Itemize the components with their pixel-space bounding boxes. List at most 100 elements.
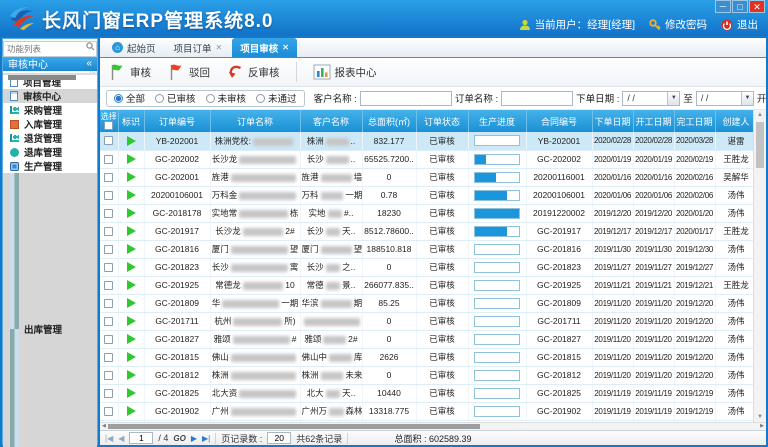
table-row[interactable]: YB-202001株洲党校:株洲..832.177已审核YB-202001202…	[100, 132, 757, 150]
column-header-完工日期[interactable]: 完工日期	[674, 110, 715, 132]
审核-button[interactable]: 审核	[108, 63, 151, 81]
order-date-cell: 2019/11/20	[592, 312, 633, 330]
table-row[interactable]: GC-201816厦门望厦门望188510.818已审核GC-201816201…	[100, 240, 757, 258]
collapse-icon[interactable]: «	[86, 58, 92, 69]
column-header-订单名称[interactable]: 订单名称	[210, 110, 300, 132]
next-page-button[interactable]: ▶	[191, 434, 197, 443]
chevron-down-icon[interactable]: ▼	[667, 92, 679, 105]
sidebar-item-审核中心[interactable]: 审核中心	[3, 89, 97, 103]
row-checkbox[interactable]	[104, 191, 113, 200]
change-password-button[interactable]: 修改密码	[649, 17, 707, 32]
customer-name-input[interactable]	[360, 91, 452, 106]
order-date-input[interactable]: / /▼	[622, 91, 680, 106]
column-header-标识[interactable]: 标识	[118, 110, 144, 132]
row-checkbox[interactable]	[104, 407, 113, 416]
row-checkbox[interactable]	[104, 299, 113, 308]
sidebar-item-退货管理[interactable]: 退货管理	[3, 131, 97, 145]
sidebar-item-生产管理[interactable]: 生产管理	[3, 159, 97, 173]
radio-未审核[interactable]: 未审核	[206, 91, 247, 105]
close-tab-icon[interactable]: ✕	[282, 43, 289, 52]
radio-全部[interactable]: 全部	[114, 91, 145, 105]
column-header-客户名称[interactable]: 客户名称	[300, 110, 362, 132]
scroll-down-icon[interactable]: ▼	[754, 412, 766, 422]
scroll-thumb[interactable]	[108, 424, 480, 429]
radio-未通过[interactable]: 未通过	[256, 91, 297, 105]
go-button[interactable]: GO	[173, 434, 185, 443]
vertical-scrollbar[interactable]: ▲ ▼	[753, 110, 766, 422]
row-checkbox[interactable]	[104, 155, 113, 164]
column-header-合同编号[interactable]: 合同编号	[526, 110, 592, 132]
table-row[interactable]: GC-202002长沙龙长沙..65525.7200..已审核GC-202002…	[100, 150, 757, 168]
scroll-thumb[interactable]	[8, 75, 76, 80]
table-row[interactable]: GC-201823长沙寓长沙之..0已审核GC-2018232019/11/27…	[100, 258, 757, 276]
table-row[interactable]: GC-201711杭州所)0已审核GC-2017112019/11/202019…	[100, 312, 757, 330]
prev-page-button[interactable]: ◀	[118, 434, 124, 443]
scroll-thumb[interactable]	[756, 122, 764, 168]
table-row[interactable]: GC-201902广州广州万森林13318.775已审核GC-201902201…	[100, 402, 757, 420]
column-header-总面积(㎡)[interactable]: 总面积(㎡)	[362, 110, 416, 132]
row-checkbox[interactable]	[104, 371, 113, 380]
row-checkbox[interactable]	[104, 281, 113, 290]
row-checkbox[interactable]	[104, 263, 113, 272]
column-header-创建人[interactable]: 创建人	[715, 110, 757, 132]
order-name-cell: 株洲党校:	[210, 132, 300, 150]
table-row[interactable]: GC-201812株洲株洲未来0已审核GC-2018122019/11/2020…	[100, 366, 757, 384]
page-size-input[interactable]	[267, 432, 291, 444]
first-page-button[interactable]: |◀	[105, 434, 113, 443]
sidebar-item-出库管理[interactable]: 出库管理	[3, 173, 97, 447]
table-row[interactable]: GC-201917长沙龙2#长沙天..8512.78600..已审核GC-201…	[100, 222, 757, 240]
column-header-订单状态[interactable]: 订单状态	[416, 110, 468, 132]
close-tab-icon[interactable]: ✕	[216, 43, 223, 52]
row-checkbox[interactable]	[104, 245, 113, 254]
table-row[interactable]: GC-201827雅颂#雅颂2#0已审核GC-2018272019/11/202…	[100, 330, 757, 348]
row-checkbox[interactable]	[104, 209, 113, 218]
报表中心-button[interactable]: 报表中心	[313, 63, 377, 81]
tab-项目订单[interactable]: 项目订单✕	[166, 38, 231, 57]
column-header-下单日期[interactable]: 下单日期	[592, 110, 633, 132]
last-page-button[interactable]: ▶|	[202, 434, 210, 443]
close-button[interactable]: ✕	[749, 0, 765, 13]
scroll-left-icon[interactable]: ◀	[102, 423, 106, 430]
column-header-生产进度[interactable]: 生产进度	[468, 110, 526, 132]
column-header-选择[interactable]: 选择	[100, 110, 118, 132]
row-checkbox[interactable]	[104, 136, 113, 145]
table-row[interactable]: GC-201825北大资北大天..10440已审核GC-2018252019/1…	[100, 384, 757, 402]
sidebar-item-入库管理[interactable]: 入库管理	[3, 117, 97, 131]
sidebar-panel-header[interactable]: 审核中心 «	[3, 56, 97, 71]
column-header-订单编号[interactable]: 订单编号	[144, 110, 210, 132]
tree-hscrollbar[interactable]	[3, 73, 97, 75]
maximize-button[interactable]: □	[732, 0, 748, 13]
scroll-up-icon[interactable]: ▲	[754, 110, 766, 120]
table-row[interactable]: GC-201809华一期华滨期85.25已审核GC-2018092019/11/…	[100, 294, 757, 312]
row-checkbox[interactable]	[104, 335, 113, 344]
row-checkbox[interactable]	[104, 353, 113, 362]
row-checkbox[interactable]	[104, 389, 113, 398]
反审核-button[interactable]: 反审核	[226, 63, 280, 81]
驳回-button[interactable]: 驳回	[167, 63, 210, 81]
select-all-checkbox[interactable]	[104, 121, 113, 130]
tab-起始页[interactable]: ⌂起始页	[104, 38, 164, 57]
page-number-input[interactable]	[129, 432, 153, 444]
table-row[interactable]: GC-2018178实地常栋实地#..18230已审核2019122000220…	[100, 204, 757, 222]
tab-项目审核[interactable]: 项目审核✕	[232, 38, 297, 57]
table-row[interactable]: 20200106001万科金万科一期0.78已审核202001060012020…	[100, 186, 757, 204]
row-checkbox[interactable]	[104, 173, 113, 182]
column-header-开工日期[interactable]: 开工日期	[633, 110, 674, 132]
sidebar-item-退库管理[interactable]: 退库管理	[3, 145, 97, 159]
table-row[interactable]: GC-201925常德龙10常德景..266077.835..已审核GC-201…	[100, 276, 757, 294]
row-checkbox[interactable]	[104, 317, 113, 326]
select-cell	[100, 384, 118, 402]
function-search-input[interactable]	[3, 41, 97, 57]
sidebar-item-采购管理[interactable]: 采购管理	[3, 103, 97, 117]
table-row[interactable]: GC-202001旌港旌港墙0已审核202001160012020/01/162…	[100, 168, 757, 186]
chevron-down-icon[interactable]: ▼	[741, 92, 753, 105]
radio-已审核[interactable]: 已审核	[155, 91, 196, 105]
logout-button[interactable]: 退出	[721, 17, 758, 32]
horizontal-scrollbar[interactable]: ◀ ▶	[100, 422, 766, 430]
table-row[interactable]: GC-201815佛山佛山中库2626已审核GC-2018152019/11/2…	[100, 348, 757, 366]
scroll-right-icon[interactable]: ▶	[760, 423, 764, 430]
row-checkbox[interactable]	[104, 227, 113, 236]
order-date-to-input[interactable]: / /▼	[696, 91, 754, 106]
minimize-button[interactable]: －	[715, 0, 731, 13]
order-name-input[interactable]	[501, 91, 573, 106]
